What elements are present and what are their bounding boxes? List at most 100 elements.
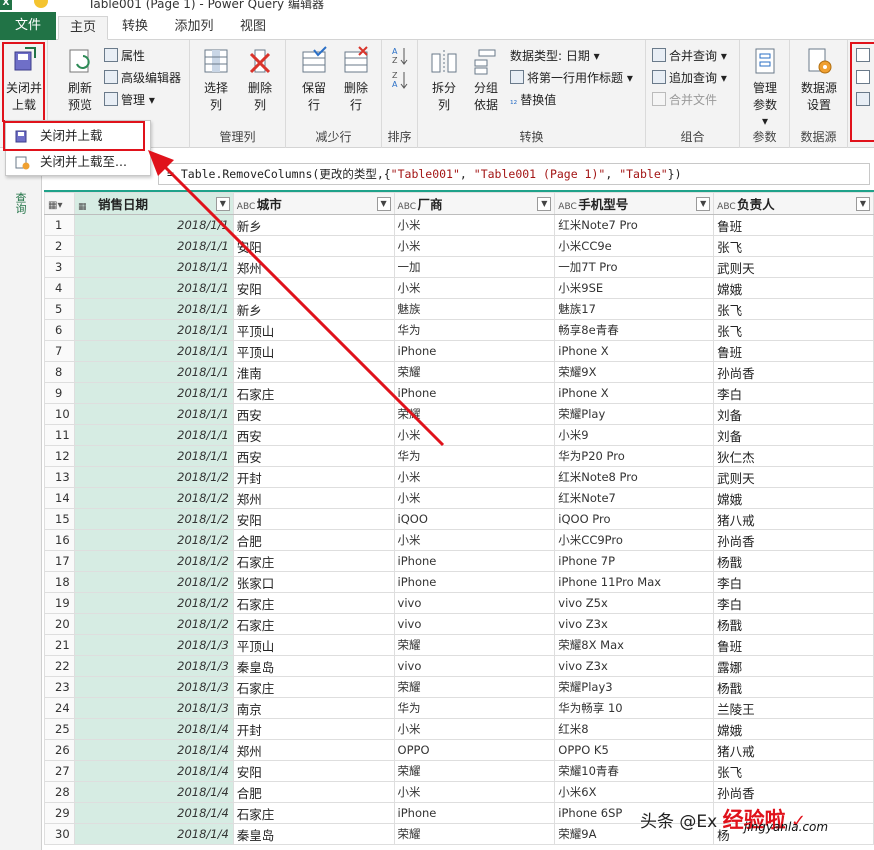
cell-owner[interactable]: 武则天 [713, 466, 874, 488]
cell-sale-date[interactable]: 2018/1/1 [73, 319, 234, 341]
cell-owner[interactable]: 张飞 [713, 235, 874, 257]
cell-owner[interactable]: 孙尚香 [713, 781, 874, 803]
row-number[interactable]: 30 [44, 823, 75, 845]
cell-city[interactable]: 石家庄 [232, 382, 395, 404]
cell-owner[interactable]: 杨戬 [713, 550, 874, 572]
cell-sale-date[interactable]: 2018/1/3 [73, 634, 234, 656]
cell-phone-model[interactable]: 小米CC9Pro [554, 529, 715, 551]
cell-manufacturer[interactable]: 小米 [393, 424, 556, 446]
cell-manufacturer[interactable]: 小米 [393, 718, 556, 740]
cell-manufacturer[interactable]: iPhone [393, 802, 556, 824]
cell-owner[interactable]: 张飞 [713, 760, 874, 782]
tab-transform[interactable]: 转换 [112, 16, 158, 40]
cell-city[interactable]: 秦皇岛 [232, 823, 395, 845]
cell-sale-date[interactable]: 2018/1/2 [73, 613, 234, 635]
merge-queries-button[interactable]: 合并查询 ▾ [652, 46, 727, 66]
filter-dropdown-icon[interactable]: ▼ [537, 197, 552, 211]
table-row[interactable]: 13 2018/1/2 开封 小米 红米Note8 Pro 武则天 [44, 466, 874, 488]
row-number[interactable]: 22 [44, 655, 75, 677]
cell-sale-date[interactable]: 2018/1/1 [73, 277, 234, 299]
filter-dropdown-icon[interactable]: ▼ [856, 197, 870, 211]
cell-sale-date[interactable]: 2018/1/1 [73, 298, 234, 320]
cell-city[interactable]: 安阳 [232, 760, 395, 782]
cell-owner[interactable]: 露娜 [713, 655, 874, 677]
cell-manufacturer[interactable]: iPhone [393, 550, 556, 572]
cell-phone-model[interactable]: 一加7T Pro [554, 256, 715, 278]
cell-city[interactable]: 石家庄 [232, 613, 395, 635]
cell-sale-date[interactable]: 2018/1/1 [73, 214, 234, 236]
table-row[interactable]: 25 2018/1/4 开封 小米 红米8 嫦娥 [44, 718, 874, 740]
filter-dropdown-icon[interactable]: ▼ [696, 197, 711, 211]
cell-phone-model[interactable]: vivo Z5x [554, 592, 715, 614]
table-row[interactable]: 17 2018/1/2 石家庄 iPhone iPhone 7P 杨戬 [44, 550, 874, 572]
row-number[interactable]: 17 [44, 550, 75, 572]
cell-city[interactable]: 石家庄 [232, 676, 395, 698]
cell-sale-date[interactable]: 2018/1/1 [73, 382, 234, 404]
cell-manufacturer[interactable]: 小米 [393, 277, 556, 299]
cell-sale-date[interactable]: 2018/1/2 [73, 487, 234, 509]
cell-phone-model[interactable]: 魅族17 [554, 298, 715, 320]
row-number[interactable]: 9 [44, 382, 75, 404]
row-number[interactable]: 11 [44, 424, 75, 446]
recent-sources-icon[interactable] [856, 70, 870, 84]
cell-city[interactable]: 新乡 [232, 298, 395, 320]
cell-manufacturer[interactable]: 小米 [393, 781, 556, 803]
table-row[interactable]: 27 2018/1/4 安阳 荣耀 荣耀10青春 张飞 [44, 760, 874, 782]
table-row[interactable]: 6 2018/1/1 平顶山 华为 畅享8e青春 张飞 [44, 319, 874, 341]
cell-owner[interactable]: 张飞 [713, 298, 874, 320]
cell-phone-model[interactable]: OPPO K5 [554, 739, 715, 761]
column-header-manufacturer[interactable]: ABC 厂商 ▼ [393, 192, 556, 215]
first-row-header-button[interactable]: 将第一行用作标题 ▾ [510, 68, 633, 88]
cell-sale-date[interactable]: 2018/1/2 [73, 592, 234, 614]
cell-manufacturer[interactable]: 荣耀 [393, 823, 556, 845]
filter-dropdown-icon[interactable]: ▼ [376, 197, 391, 211]
cell-phone-model[interactable]: 荣耀10青春 [554, 760, 715, 782]
cell-sale-date[interactable]: 2018/1/2 [73, 550, 234, 572]
table-row[interactable]: 4 2018/1/1 安阳 小米 小米9SE 嫦娥 [44, 277, 874, 299]
cell-owner[interactable]: 李白 [713, 382, 874, 404]
row-number[interactable]: 2 [44, 235, 75, 257]
cell-city[interactable]: 郑州 [232, 487, 395, 509]
cell-city[interactable]: 南京 [232, 697, 395, 719]
cell-city[interactable]: 淮南 [232, 361, 395, 383]
cell-phone-model[interactable]: iPhone 7P [554, 550, 715, 572]
row-number[interactable]: 26 [44, 739, 75, 761]
table-corner-menu[interactable]: ▦▾ [44, 192, 75, 215]
data-source-settings-button[interactable]: 数据源 设置 [797, 44, 841, 120]
cell-manufacturer[interactable]: 荣耀 [393, 760, 556, 782]
cell-manufacturer[interactable]: 荣耀 [393, 403, 556, 425]
cell-manufacturer[interactable]: 荣耀 [393, 676, 556, 698]
cell-manufacturer[interactable]: 小米 [393, 235, 556, 257]
cell-phone-model[interactable]: 华为畅享 10 [554, 697, 715, 719]
group-by-button[interactable]: 分组 依据 [464, 44, 508, 120]
cell-city[interactable]: 平顶山 [232, 319, 395, 341]
row-number[interactable]: 1 [44, 214, 75, 236]
remove-rows-button[interactable]: 删除 行 [334, 44, 378, 120]
cell-owner[interactable]: 刘备 [713, 403, 874, 425]
row-number[interactable]: 15 [44, 508, 75, 530]
table-row[interactable]: 7 2018/1/1 平顶山 iPhone iPhone X 鲁班 [44, 340, 874, 362]
table-row[interactable]: 1 2018/1/1 新乡 小米 红米Note7 Pro 鲁班 [44, 214, 874, 236]
cell-manufacturer[interactable]: 小米 [393, 487, 556, 509]
table-row[interactable]: 21 2018/1/3 平顶山 荣耀 荣耀8X Max 鲁班 [44, 634, 874, 656]
cell-owner[interactable]: 武则天 [713, 256, 874, 278]
table-row[interactable]: 19 2018/1/2 石家庄 vivo vivo Z5x 李白 [44, 592, 874, 614]
cell-city[interactable]: 秦皇岛 [232, 655, 395, 677]
cell-owner[interactable]: 李白 [713, 592, 874, 614]
row-number[interactable]: 16 [44, 529, 75, 551]
row-number[interactable]: 8 [44, 361, 75, 383]
cell-manufacturer[interactable]: vivo [393, 613, 556, 635]
column-header-phone-model[interactable]: ABC 手机型号 ▼ [554, 192, 715, 215]
cell-manufacturer[interactable]: iPhone [393, 382, 556, 404]
cell-owner[interactable]: 猪八戒 [713, 739, 874, 761]
table-row[interactable]: 8 2018/1/1 淮南 荣耀 荣耀9X 孙尚香 [44, 361, 874, 383]
cell-phone-model[interactable]: 红米Note7 Pro [554, 214, 715, 236]
row-number[interactable]: 21 [44, 634, 75, 656]
tab-view[interactable]: 视图 [230, 16, 276, 40]
row-number[interactable]: 3 [44, 256, 75, 278]
feedback-smiley-icon[interactable] [34, 0, 48, 8]
cell-city[interactable]: 石家庄 [232, 802, 395, 824]
cell-phone-model[interactable]: iPhone X [554, 340, 715, 362]
table-row[interactable]: 2 2018/1/1 安阳 小米 小米CC9e 张飞 [44, 235, 874, 257]
cell-owner[interactable]: 刘备 [713, 424, 874, 446]
